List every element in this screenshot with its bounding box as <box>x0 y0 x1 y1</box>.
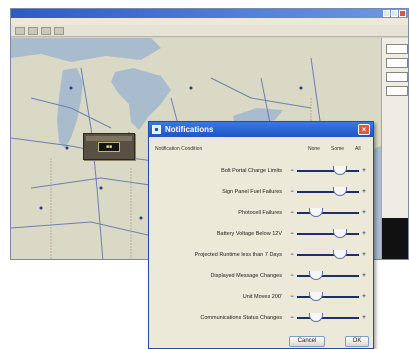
notification-slider[interactable]: − + <box>289 229 367 238</box>
ok-button[interactable]: OK <box>345 336 369 347</box>
slider-track <box>297 292 359 301</box>
notification-row: Sign Panel Fuel Failures − + <box>149 185 373 199</box>
notification-row: Battery Voltage Below 12V − + <box>149 227 373 241</box>
header-some: Some <box>331 146 345 152</box>
notification-slider[interactable]: − + <box>289 208 367 217</box>
notification-slider[interactable]: − + <box>289 250 367 259</box>
slider-track <box>297 187 359 196</box>
increase-button[interactable]: + <box>361 315 367 321</box>
side-panel-button[interactable] <box>386 58 408 68</box>
decrease-button[interactable]: − <box>289 294 295 300</box>
slider-thumb[interactable] <box>309 292 323 301</box>
unit-badge-text: ■■ <box>105 144 113 150</box>
notification-label: Battery Voltage Below 12V <box>216 231 282 237</box>
notification-label: Sign Panel Fuel Failures <box>222 189 282 195</box>
column-header: Notification Condition None Some All <box>149 144 373 154</box>
slider-thumb[interactable] <box>333 250 347 259</box>
increase-button[interactable]: + <box>361 273 367 279</box>
slider-track <box>297 166 359 175</box>
dialog-title: Notifications <box>165 125 214 134</box>
toolbar-button[interactable] <box>15 27 25 35</box>
notification-row: Unit Moves 200' − + <box>149 290 373 304</box>
decrease-button[interactable]: − <box>289 315 295 321</box>
side-panel-button[interactable] <box>386 86 408 96</box>
decrease-button[interactable]: − <box>289 210 295 216</box>
notification-label: Projected Runtime less than 7 Days <box>194 252 282 258</box>
notification-row: Communications Status Changes − + <box>149 311 373 325</box>
decrease-button[interactable]: − <box>289 273 295 279</box>
toolbar-button[interactable] <box>41 27 51 35</box>
side-panel-button[interactable] <box>386 72 408 82</box>
increase-button[interactable]: + <box>361 189 367 195</box>
notification-slider[interactable]: − + <box>289 166 367 175</box>
slider-thumb[interactable] <box>333 166 347 175</box>
notifications-dialog: Notifications × Notification Condition N… <box>148 121 374 349</box>
increase-button[interactable]: + <box>361 294 367 300</box>
popup-header <box>86 136 132 141</box>
notification-row: Displayed Message Changes − + <box>149 269 373 283</box>
slider-thumb[interactable] <box>309 271 323 280</box>
map-unit-popup[interactable]: ■■ <box>83 133 135 160</box>
slider-thumb[interactable] <box>333 229 347 238</box>
decrease-button[interactable]: − <box>289 252 295 258</box>
notification-slider[interactable]: − + <box>289 271 367 280</box>
unit-badge: ■■ <box>98 142 120 152</box>
slider-track <box>297 229 359 238</box>
notification-label: Unit Moves 200' <box>242 294 282 300</box>
side-panel-preview <box>382 218 408 259</box>
increase-button[interactable]: + <box>361 231 367 237</box>
decrease-button[interactable]: − <box>289 168 295 174</box>
app-titlebar <box>11 9 408 18</box>
header-none: None <box>308 146 320 152</box>
slider-track <box>297 271 359 280</box>
side-panel <box>381 38 408 259</box>
maximize-button[interactable] <box>391 10 398 17</box>
screen: ■■ Notifications × Notification Conditio… <box>0 0 409 349</box>
header-all: All <box>355 146 361 152</box>
decrease-button[interactable]: − <box>289 189 295 195</box>
header-condition: Notification Condition <box>155 146 203 152</box>
notification-row: Projected Runtime less than 7 Days − + <box>149 248 373 262</box>
notification-label: Photocell Failures <box>238 210 282 216</box>
side-panel-button[interactable] <box>386 44 408 54</box>
cancel-button[interactable]: Cancel <box>289 336 325 347</box>
increase-button[interactable]: + <box>361 252 367 258</box>
notification-slider[interactable]: − + <box>289 292 367 301</box>
notification-label: Communications Status Changes <box>200 315 282 321</box>
slider-thumb[interactable] <box>309 313 323 322</box>
notification-row: Bolt Portal Charge Limits − + <box>149 164 373 178</box>
slider-thumb[interactable] <box>333 187 347 196</box>
close-button[interactable] <box>399 10 406 17</box>
increase-button[interactable]: + <box>361 168 367 174</box>
toolbar-button[interactable] <box>28 27 38 35</box>
slider-track <box>297 208 359 217</box>
app-icon <box>152 125 161 134</box>
window-controls <box>383 10 406 17</box>
notification-label: Displayed Message Changes <box>210 273 282 279</box>
slider-track <box>297 313 359 322</box>
dialog-titlebar[interactable]: Notifications × <box>149 122 373 137</box>
decrease-button[interactable]: − <box>289 231 295 237</box>
notification-slider[interactable]: − + <box>289 187 367 196</box>
increase-button[interactable]: + <box>361 210 367 216</box>
notification-row: Photocell Failures − + <box>149 206 373 220</box>
menu-bar <box>11 18 408 25</box>
slider-track <box>297 250 359 259</box>
notification-slider[interactable]: − + <box>289 313 367 322</box>
close-icon[interactable]: × <box>358 124 370 135</box>
minimize-button[interactable] <box>383 10 390 17</box>
notification-label: Bolt Portal Charge Limits <box>221 168 282 174</box>
toolbar <box>11 25 408 37</box>
slider-thumb[interactable] <box>309 208 323 217</box>
toolbar-button[interactable] <box>54 27 64 35</box>
